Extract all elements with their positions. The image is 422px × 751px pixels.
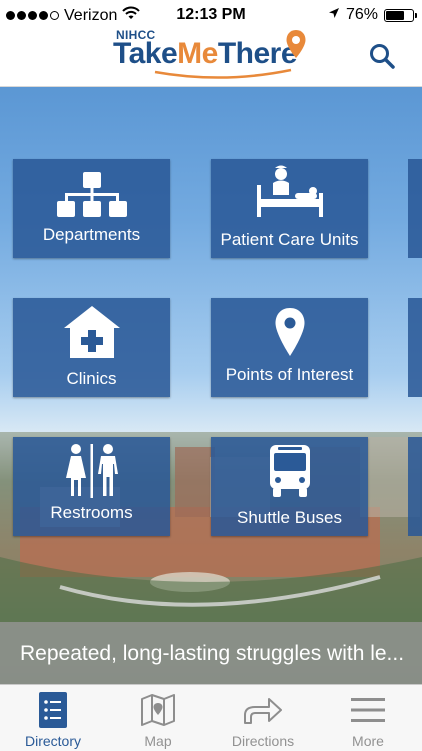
tab-label-directory: Directory xyxy=(24,733,81,749)
tile-label-shuttle-buses: Shuttle Buses xyxy=(237,508,342,527)
directory-grid: Departments Patient Care Units Clinics P… xyxy=(0,87,422,684)
tab-directions[interactable]: Directions xyxy=(218,685,308,751)
tab-label-map: Map xyxy=(144,733,172,749)
directory-list-icon xyxy=(8,691,98,729)
tile-label-patient-care-units: Patient Care Units xyxy=(220,230,359,249)
logo-pin-icon xyxy=(286,30,306,58)
tile-partial-right[interactable] xyxy=(408,298,422,397)
map-icon xyxy=(113,691,203,729)
tile-label-restrooms: Restrooms xyxy=(50,503,133,522)
clinic-cross-icon xyxy=(13,306,170,358)
tile-label-clinics: Clinics xyxy=(66,369,117,388)
tab-label-more: More xyxy=(352,733,384,749)
battery-fill xyxy=(386,10,404,20)
tab-label-directions: Directions xyxy=(231,733,295,749)
tile-points-of-interest[interactable]: Points of Interest xyxy=(211,298,368,397)
logo-take: Take xyxy=(113,37,178,70)
logo-me: Me xyxy=(177,37,218,70)
org-chart-icon xyxy=(13,169,170,221)
tile-partial-right[interactable] xyxy=(408,437,422,536)
status-bar: Verizon 12:13 PM 76% xyxy=(0,0,422,30)
tab-more[interactable]: More xyxy=(323,685,413,751)
tile-label-points-of-interest: Points of Interest xyxy=(225,365,354,384)
map-pin-icon xyxy=(211,306,368,358)
tile-clinics[interactable]: Clinics xyxy=(13,298,170,397)
search-icon[interactable] xyxy=(369,43,395,69)
patient-bed-icon xyxy=(211,165,368,217)
logo-wordmark: TakeMeThere xyxy=(113,37,298,71)
tile-shuttle-buses[interactable]: Shuttle Buses xyxy=(211,437,368,536)
location-arrow-icon xyxy=(328,6,340,24)
bus-icon xyxy=(211,445,368,497)
tab-bar: Directory Map Directions More xyxy=(0,684,422,751)
app-header: NIHCC TakeMeThere xyxy=(0,28,422,87)
app-logo: NIHCC TakeMeThere xyxy=(113,28,313,82)
news-ticker[interactable]: Repeated, long-lasting struggles with le… xyxy=(0,622,422,684)
battery-icon xyxy=(384,8,417,22)
news-ticker-text[interactable]: Repeated, long-lasting struggles with le… xyxy=(20,642,404,666)
logo-swoosh xyxy=(154,68,292,79)
battery-percent: 76% xyxy=(345,6,378,23)
restroom-icon xyxy=(13,444,170,498)
tab-map[interactable]: Map xyxy=(113,685,203,751)
menu-icon xyxy=(323,691,413,729)
tile-partial-right[interactable] xyxy=(408,159,422,258)
directions-arrow-icon xyxy=(218,691,308,729)
tab-directory[interactable]: Directory xyxy=(8,685,98,751)
tile-restrooms[interactable]: Restrooms xyxy=(13,437,170,536)
tile-departments[interactable]: Departments xyxy=(13,159,170,258)
tile-label-departments: Departments xyxy=(42,225,141,244)
tile-patient-care-units[interactable]: Patient Care Units xyxy=(211,159,368,258)
status-right: 76% xyxy=(328,6,417,24)
search-button[interactable] xyxy=(364,38,400,74)
